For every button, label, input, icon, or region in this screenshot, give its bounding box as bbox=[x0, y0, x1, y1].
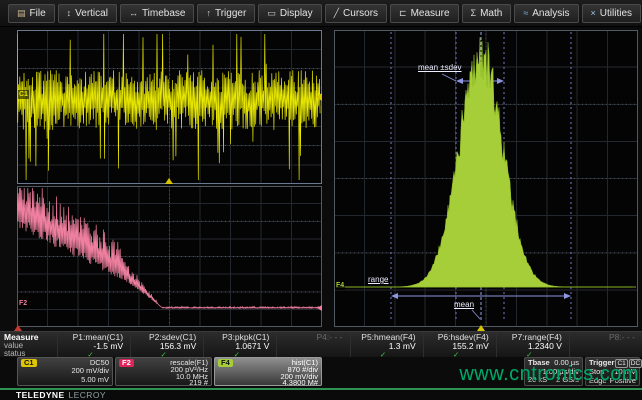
measure-column[interactable]: P5:hmean(F4)1.3 mV✓ bbox=[350, 332, 423, 357]
range-annotation: range bbox=[368, 276, 388, 284]
menu-trigger-button[interactable]: ↑ Trigger bbox=[197, 4, 255, 23]
c1-grid-svg bbox=[17, 30, 322, 184]
f4-histogram-panel[interactable]: F4 mean ±sdev range mean bbox=[334, 30, 638, 327]
f2-tag: F2 bbox=[119, 359, 134, 367]
c1-trace-label: C1 bbox=[18, 90, 29, 99]
vertical-arrows-icon: ↕ bbox=[67, 9, 72, 18]
menu-bar: ▤ File ↕Vertical ↔ Timebase ↑ Trigger ▭ Display ╱… bbox=[0, 0, 642, 27]
watermark-text: www.cntronics.com bbox=[459, 363, 639, 386]
menu-math-button[interactable]: ΣMath bbox=[462, 4, 512, 23]
file-icon: ▤ bbox=[17, 9, 26, 18]
footer-bar: TELEDYNE LECROY bbox=[0, 388, 642, 400]
horizontal-arrows-icon: ↔ bbox=[129, 9, 138, 18]
menu-item-label: Analysis bbox=[532, 8, 569, 19]
measure-column[interactable]: P2:sdev(C1)156.3 mV✓ bbox=[130, 332, 203, 357]
mean-sdev-annotation: mean ±sdev bbox=[418, 64, 462, 72]
f2-trace-label: F2 bbox=[18, 299, 28, 308]
menu-analysis-button[interactable]: ≈ Analysis bbox=[514, 4, 578, 23]
oscilloscope-screen: ▤ File ↕Vertical ↔ Timebase ↑ Trigger ▭ Display ╱… bbox=[0, 0, 642, 400]
c1-offset: 5.00 mV bbox=[21, 376, 109, 385]
measure-column[interactable]: P8:- - - bbox=[569, 332, 642, 357]
measure-column[interactable]: P3:pkpk(C1)1.0671 V✓ bbox=[203, 332, 276, 357]
c1-level-marker-icon[interactable] bbox=[316, 93, 322, 101]
trigger-arrow-icon: ↑ bbox=[206, 9, 211, 18]
f4-descriptor-box[interactable]: F4 hist(C1) 870 #/div 200 mV/div 4.3800 … bbox=[214, 357, 322, 386]
menu-item-label: Timebase bbox=[142, 8, 186, 19]
display-icon: ▭ bbox=[267, 9, 276, 18]
cursor-pencil-icon: ╱ bbox=[334, 9, 339, 18]
menu-cursors-button[interactable]: ╱ Cursors bbox=[325, 4, 387, 23]
c1-descriptor-box[interactable]: C1 DC50 200 mV/div 5.00 mV bbox=[17, 357, 113, 386]
measure-row-labels: Measure value status bbox=[0, 332, 57, 357]
c1-trigger-time-marker-icon[interactable] bbox=[165, 178, 173, 184]
menu-display-button[interactable]: ▭ Display bbox=[258, 4, 321, 23]
menu-measure-button[interactable]: ⊏ Measure bbox=[390, 4, 458, 23]
menu-item-label: Math bbox=[480, 8, 502, 19]
f2-descriptor-box[interactable]: F2 rescale(F1) 200 pV²/Hz 10.0 MHz 219 # bbox=[115, 357, 212, 386]
f4-count: 4.3800 M# bbox=[218, 380, 318, 387]
f2-grid-svg bbox=[17, 186, 322, 327]
analysis-chart-icon: ≈ bbox=[523, 9, 528, 18]
menu-file-button[interactable]: ▤ File bbox=[8, 4, 55, 23]
f2-count: 219 # bbox=[119, 380, 208, 387]
menu-item-label: Trigger bbox=[215, 8, 246, 19]
measure-column[interactable]: P7:range(F4)1.2340 V✓ bbox=[496, 332, 569, 357]
calipers-icon: ⊏ bbox=[399, 9, 407, 18]
f2-spectrum-panel[interactable]: F2 bbox=[17, 186, 322, 327]
measure-column[interactable]: P1:mean(C1)-1.5 mV✓ bbox=[57, 332, 130, 357]
utilities-icon: × bbox=[591, 9, 596, 18]
math-icon: Σ bbox=[471, 9, 477, 18]
menu-item-label: Measure bbox=[411, 8, 450, 19]
measure-param-label: P4:- - - bbox=[277, 333, 342, 342]
measure-column[interactable]: P4:- - - bbox=[276, 332, 349, 357]
measure-param-label: P8:- - - bbox=[570, 333, 635, 342]
c1-tag: C1 bbox=[21, 359, 37, 367]
c1-waveform-panel[interactable]: C1 bbox=[17, 30, 322, 184]
menu-timebase-button[interactable]: ↔ Timebase bbox=[120, 4, 195, 23]
menu-vertical-button[interactable]: ↕Vertical bbox=[58, 4, 117, 23]
menu-item-label: Cursors bbox=[343, 8, 378, 19]
menu-item-label: File bbox=[30, 8, 46, 19]
f4-trace-label: F4 bbox=[335, 281, 345, 290]
brand-teledyne: TELEDYNE bbox=[16, 390, 65, 400]
measure-table: Measure value status P1:mean(C1)-1.5 mV✓… bbox=[0, 331, 642, 357]
menu-item-label: Display bbox=[280, 8, 313, 19]
brand-lecroy: LECROY bbox=[69, 390, 106, 400]
f2-level-marker-icon[interactable] bbox=[317, 305, 322, 311]
measure-column[interactable]: P6:hsdev(F4)155.2 mV✓ bbox=[423, 332, 496, 357]
mean-annotation: mean bbox=[454, 301, 474, 309]
menu-item-label: Vertical bbox=[75, 8, 108, 19]
menu-utilities-button[interactable]: × Utilities bbox=[582, 4, 642, 23]
menu-item-label: Utilities bbox=[600, 8, 632, 19]
f4-tag: F4 bbox=[218, 359, 233, 367]
